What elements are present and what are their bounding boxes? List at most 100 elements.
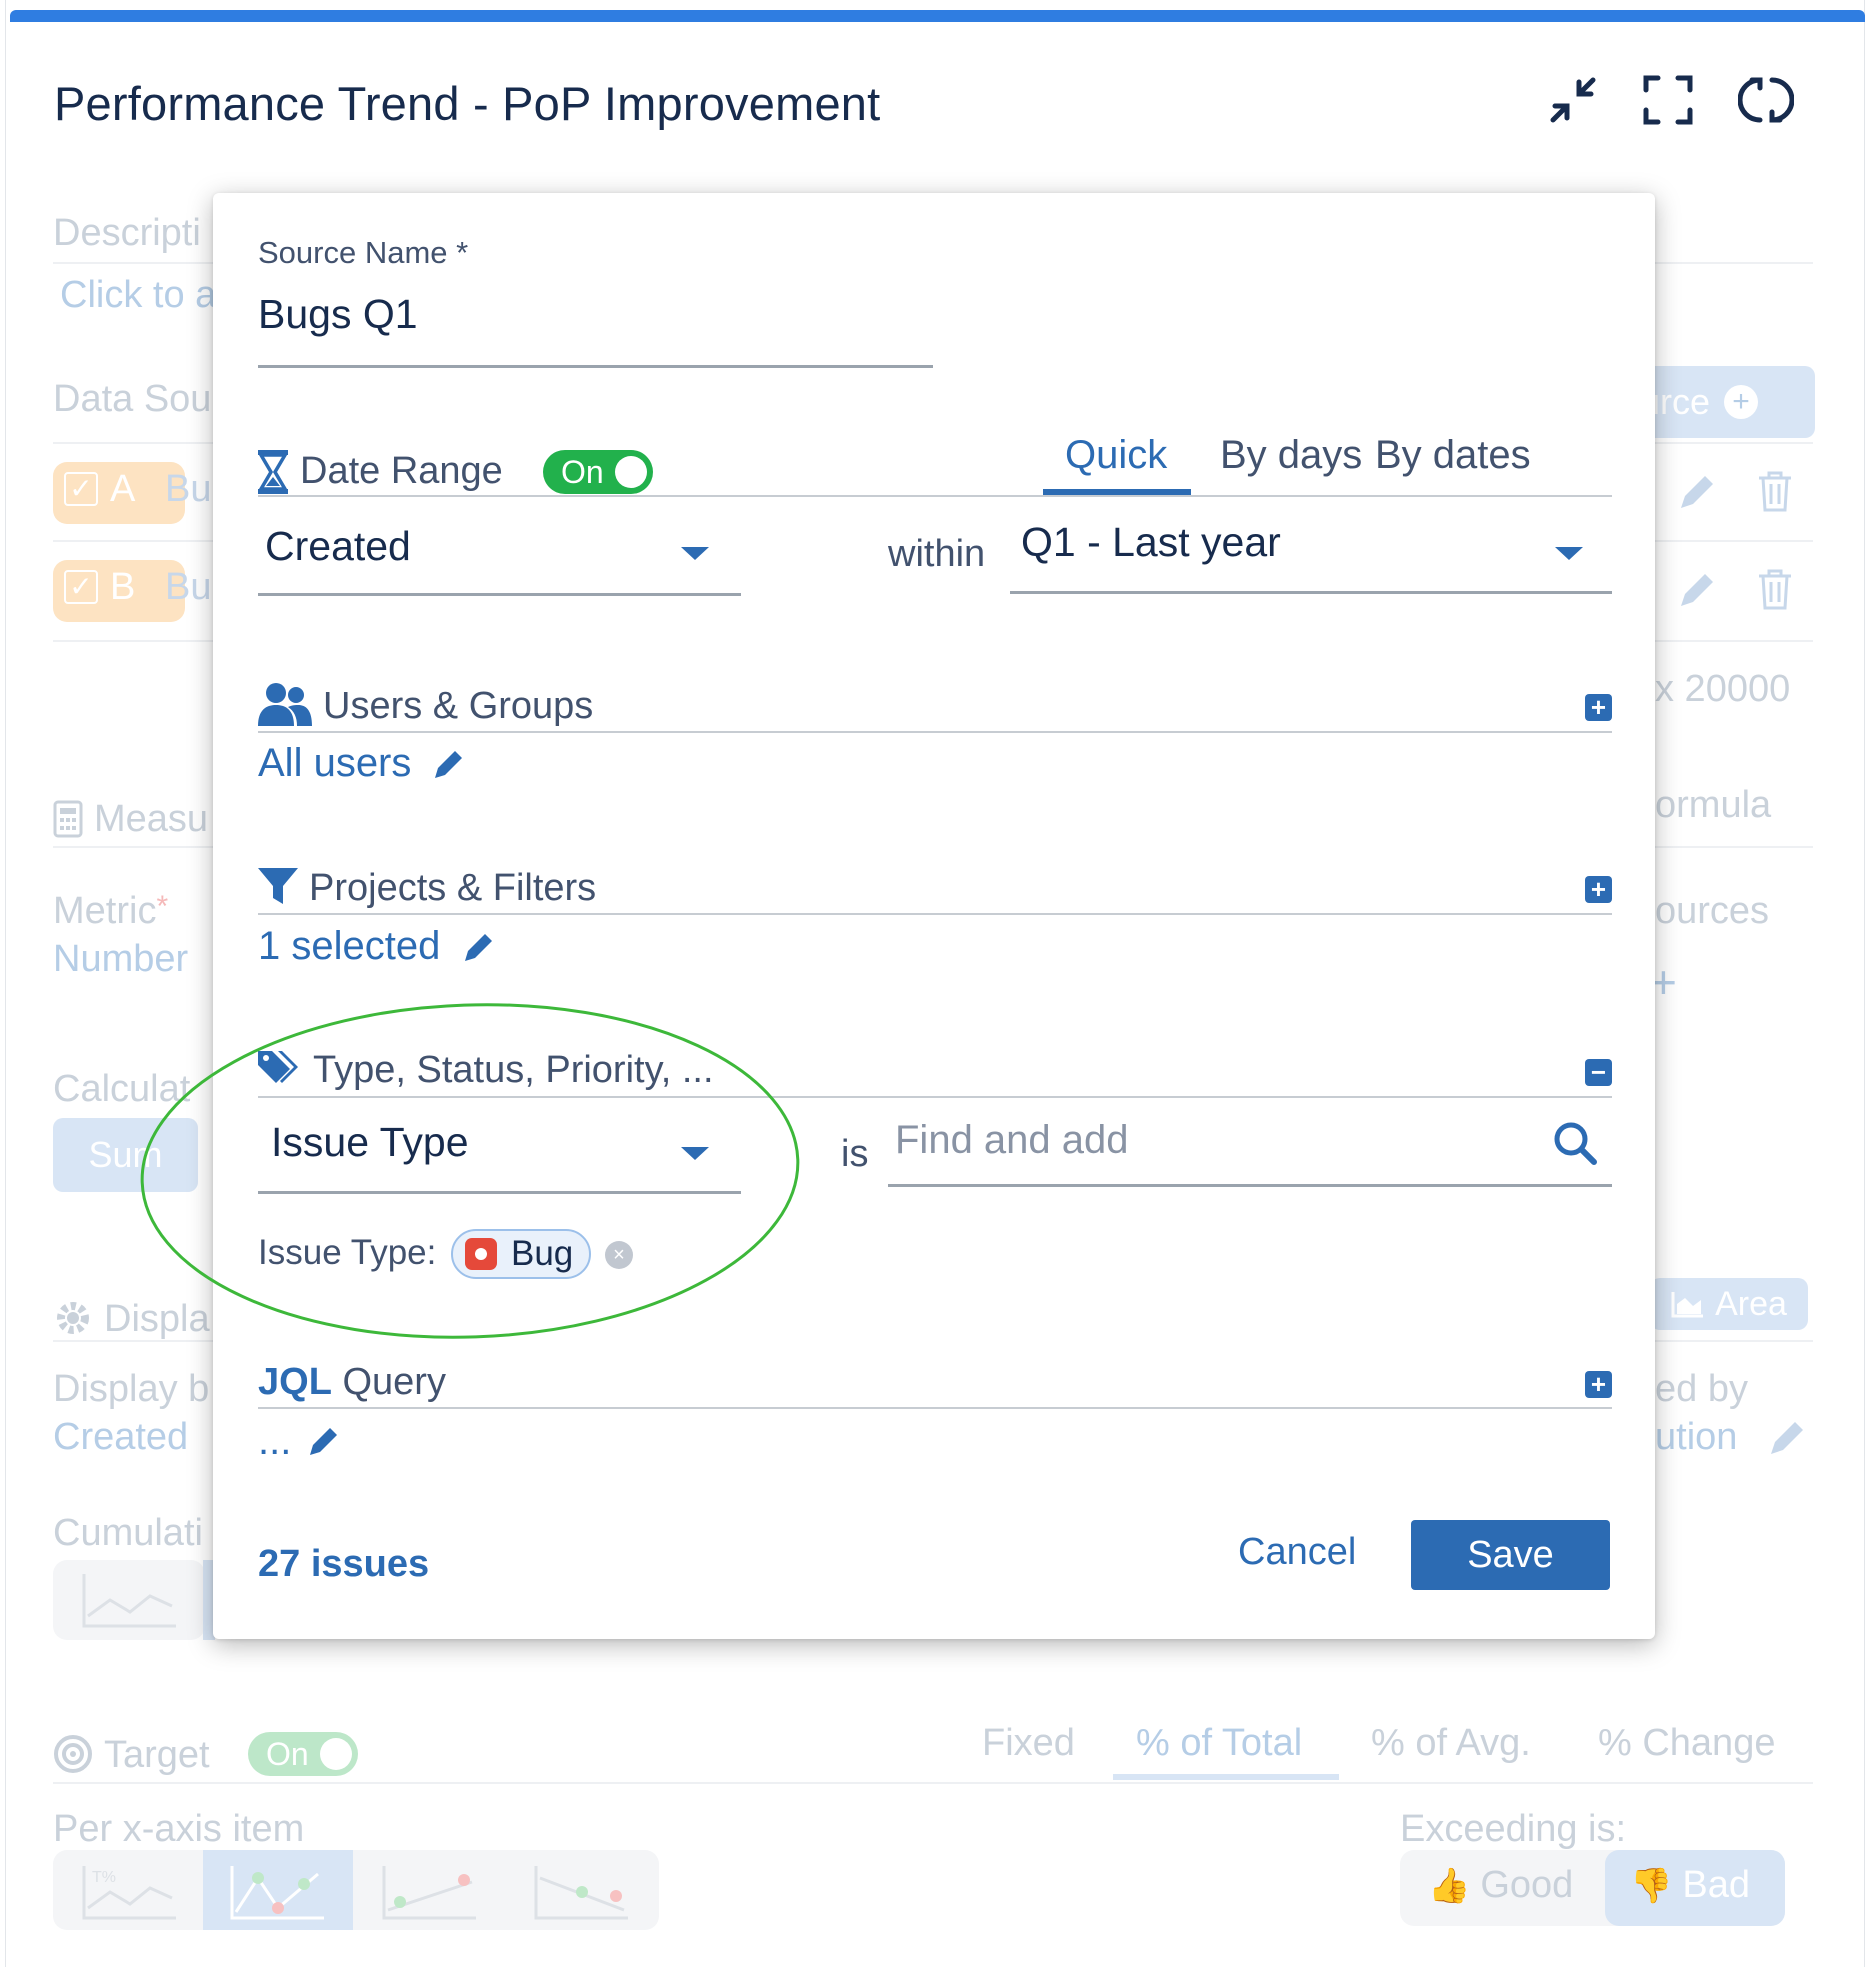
search-icon[interactable] <box>1552 1120 1598 1166</box>
target-icon <box>54 1735 92 1773</box>
description-link[interactable]: Click to a <box>60 274 216 317</box>
source-name-input[interactable]: Bugs Q1 <box>258 291 933 351</box>
collapse-icon[interactable] <box>1545 72 1601 128</box>
checkbox-icon: ✓ <box>64 472 98 506</box>
source-a-letter: A <box>110 468 136 510</box>
good-label: Good <box>1480 1864 1574 1906</box>
target-toggle-label: On <box>266 1736 309 1772</box>
date-field-select[interactable]: Created <box>265 523 715 570</box>
max-text: x 20000 <box>1655 668 1791 710</box>
good-option[interactable]: 👍 Good <box>1428 1864 1573 1907</box>
grouped-by-label: ed by <box>1655 1368 1748 1410</box>
add-circle-icon: + <box>1724 385 1759 419</box>
jql-rest: Query <box>331 1361 446 1403</box>
toggle-on-label: On <box>561 454 604 490</box>
edit-pencil-icon[interactable] <box>431 746 467 782</box>
percent-line-icon[interactable]: T% <box>80 1862 180 1922</box>
date-field-underline <box>258 593 741 596</box>
panel-top-bar <box>10 10 1865 22</box>
tab-by-days[interactable]: By days <box>1220 433 1362 478</box>
projects-filters-divider <box>258 913 1612 915</box>
fullscreen-icon[interactable] <box>1640 72 1696 128</box>
projects-filters-title: Projects & Filters <box>309 867 597 909</box>
area-chart-icon <box>1671 1292 1704 1318</box>
metric-value[interactable]: Number <box>53 938 188 981</box>
target-tab-percent-total[interactable]: % of Total <box>1136 1722 1302 1765</box>
svg-text:T%: T% <box>92 1869 116 1886</box>
per-axis-label: Per x-axis item <box>53 1808 305 1850</box>
area-chart-button[interactable]: Area <box>1650 1278 1808 1330</box>
refresh-icon[interactable] <box>1738 72 1794 128</box>
chevron-down-icon[interactable] <box>681 547 709 560</box>
target-toggle[interactable]: On <box>248 1732 358 1776</box>
funnel-icon <box>258 868 298 904</box>
jql-toggle-icon[interactable]: + <box>1585 1371 1612 1398</box>
jql-value[interactable]: ... <box>258 1419 291 1464</box>
edit-pencil-icon[interactable] <box>306 1423 342 1459</box>
users-groups-title: Users & Groups <box>323 685 594 727</box>
users-icon <box>258 683 312 726</box>
area-label: Area <box>1715 1284 1787 1323</box>
trend-up-icon[interactable] <box>380 1862 480 1922</box>
users-groups-value[interactable]: All users <box>258 741 411 786</box>
display-by-value[interactable]: Created <box>53 1416 188 1459</box>
target-tab-percent-avg[interactable]: % of Avg. <box>1371 1722 1531 1765</box>
edit-pencil-icon[interactable] <box>461 929 497 965</box>
hourglass-icon <box>258 450 288 494</box>
cancel-button[interactable]: Cancel <box>1238 1531 1356 1574</box>
tab-by-dates[interactable]: By dates <box>1375 433 1531 478</box>
edit-pencil-icon[interactable] <box>1765 1416 1809 1460</box>
source-a-text: Bu <box>165 468 212 510</box>
gear-icon <box>57 1302 89 1334</box>
trend-down-icon[interactable] <box>532 1862 632 1922</box>
type-status-collapse-icon[interactable]: − <box>1585 1059 1612 1086</box>
source-b-text: Bu <box>165 566 212 608</box>
edit-pencil-icon[interactable] <box>1675 470 1719 514</box>
trash-icon[interactable] <box>1755 568 1795 612</box>
toggle-knob <box>615 456 647 488</box>
target-tab-percent-change[interactable]: % Change <box>1598 1722 1775 1765</box>
projects-filters-value[interactable]: 1 selected <box>258 924 440 969</box>
edit-source-modal: Source Name * Bugs Q1 Date Range On Quic… <box>213 193 1655 1639</box>
is-label: is <box>841 1133 869 1175</box>
sources-label: ources <box>1655 890 1770 932</box>
date-range-label: Date Range <box>300 450 503 492</box>
bad-option-content: 👎 Bad <box>1630 1864 1750 1907</box>
highlight-ellipse <box>140 1003 800 1339</box>
page-title: Performance Trend - PoP Improvement <box>54 77 881 130</box>
checkbox-icon: ✓ <box>64 570 98 604</box>
find-and-add-underline <box>888 1184 1612 1187</box>
find-and-add-input[interactable]: Find and add <box>895 1118 1535 1163</box>
users-groups-toggle-icon[interactable]: + <box>1585 694 1612 721</box>
line-chart-icon <box>82 1574 176 1628</box>
metric-label-text: Metric <box>53 890 157 932</box>
chevron-down-icon[interactable] <box>1555 547 1583 560</box>
thumbs-up-icon: 👍 <box>1428 1866 1471 1905</box>
required-star: * <box>156 890 169 923</box>
source-b-letter: B <box>110 566 136 608</box>
measure-label: Measu <box>94 798 209 840</box>
dots-line-icon <box>230 1866 324 1920</box>
edit-pencil-icon[interactable] <box>1675 568 1719 612</box>
jql-divider <box>258 1407 1612 1409</box>
display-by-label: Display b <box>53 1368 210 1410</box>
trash-icon[interactable] <box>1755 470 1795 514</box>
tab-quick[interactable]: Quick <box>1065 433 1167 478</box>
cumulative-label: Cumulati <box>53 1512 203 1554</box>
source-name-label: Source Name * <box>258 235 469 270</box>
target-label: Target <box>104 1734 210 1776</box>
date-range-toggle[interactable]: On <box>543 450 653 494</box>
jql-bold: JQL <box>258 1361 332 1403</box>
thumbs-down-icon: 👎 <box>1630 1866 1673 1905</box>
users-groups-divider <box>258 731 1612 733</box>
projects-filters-toggle-icon[interactable]: + <box>1585 876 1612 903</box>
within-label: within <box>888 533 986 575</box>
grouped-by-value[interactable]: ution <box>1655 1416 1737 1459</box>
calculator-icon <box>53 800 83 838</box>
formula-label: ormula <box>1655 784 1772 826</box>
save-button[interactable]: Save <box>1411 1520 1610 1590</box>
toggle-knob <box>320 1738 352 1770</box>
period-select[interactable]: Q1 - Last year <box>1021 519 1581 566</box>
metric-label: Metric* <box>53 890 168 933</box>
target-tab-fixed[interactable]: Fixed <box>982 1722 1075 1765</box>
